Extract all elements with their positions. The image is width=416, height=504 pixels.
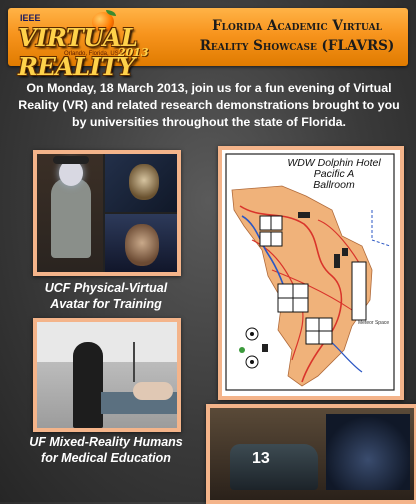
- caption-uf: UF Mixed-Reality Humans for Medical Educ…: [29, 435, 183, 465]
- logo-location: Orlando, Florida, USA: [64, 51, 123, 57]
- intro-text: On Monday, 18 March 2013, join us for a …: [18, 81, 400, 129]
- car-image: [230, 444, 318, 490]
- meteor-space-label: Meteor Space: [358, 320, 390, 326]
- person-figure: [51, 178, 91, 258]
- avatar-face: [125, 224, 159, 266]
- photo-uf-mixed-reality: [33, 318, 181, 432]
- car-number: 13: [252, 450, 270, 467]
- logo-org: IEEE: [20, 13, 41, 23]
- ballroom-map: WDW Dolphin Hotel Pacific A Ballroom Met…: [218, 146, 404, 400]
- caption-ucf: UCF Physical-Virtual Avatar for Training: [44, 281, 168, 311]
- title-line-2: Reality Showcase (FLAVRS): [199, 38, 395, 54]
- map-label: WDW Dolphin Hotel Pacific A Ballroom: [287, 157, 381, 191]
- title-line-1: Florida Academic Virtual: [212, 18, 382, 34]
- header-banner: IEEE VIRTUAL REALITY Orlando, Florida, U…: [8, 8, 408, 81]
- logo-year: 2013: [118, 46, 149, 59]
- ieee-vr-logo: IEEE VIRTUAL REALITY Orlando, Florida, U…: [14, 10, 174, 81]
- photo-ucf-avatar: [33, 150, 181, 276]
- person-figure: [73, 342, 103, 428]
- vr-room-image: [326, 414, 410, 490]
- page-title: Florida Academic Virtual Reality Showcas…: [190, 16, 404, 56]
- photo-driving-sim: 13: [206, 404, 416, 504]
- mannequin: [133, 382, 173, 400]
